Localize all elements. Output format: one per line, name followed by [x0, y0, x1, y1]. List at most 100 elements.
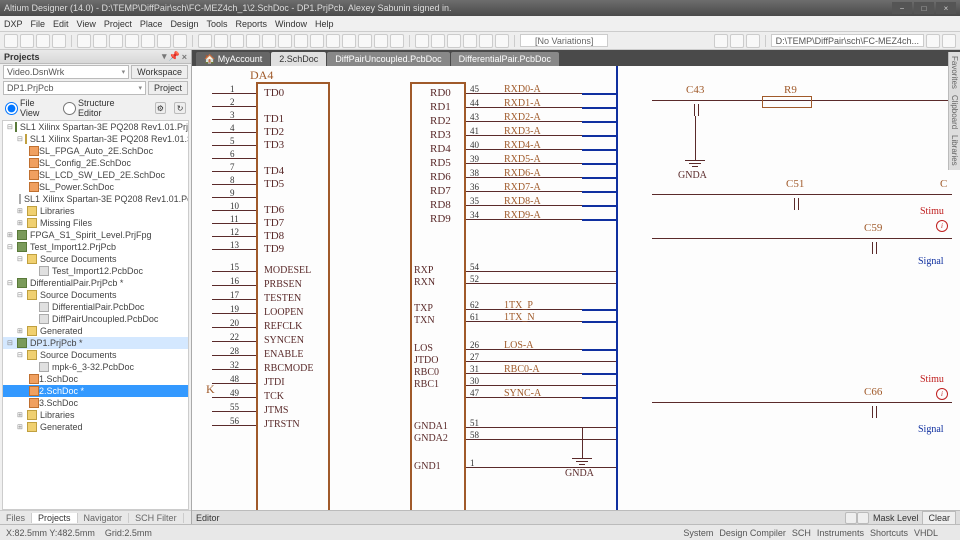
- file-view-radio[interactable]: File View: [5, 98, 55, 118]
- tree-item[interactable]: SL_Power.SchDoc: [3, 181, 188, 193]
- status-link[interactable]: VHDL: [914, 528, 938, 538]
- status-link[interactable]: Design Compiler: [719, 528, 786, 538]
- tree-item[interactable]: SL_Config_2E.SchDoc: [3, 157, 188, 169]
- panel-tab-sch filter[interactable]: SCH Filter: [129, 513, 184, 523]
- menu-dxp[interactable]: DXP: [4, 19, 23, 29]
- tree-item[interactable]: ⊞Missing Files: [3, 217, 188, 229]
- toolbar-button[interactable]: [198, 34, 212, 48]
- minimize-button[interactable]: −: [892, 2, 912, 14]
- toolbar-button[interactable]: [173, 34, 187, 48]
- toolbar-button[interactable]: [246, 34, 260, 48]
- menu-reports[interactable]: Reports: [235, 19, 267, 29]
- schematic-canvas[interactable]: DA4K1TD023TD14TD25TD367TD48TD5910TD611TD…: [192, 66, 960, 510]
- project-button[interactable]: Project: [148, 81, 188, 95]
- tree-item[interactable]: ⊟Source Documents: [3, 289, 188, 301]
- panel-refresh-icon[interactable]: ↻: [174, 102, 186, 114]
- tree-item[interactable]: Test_Import12.PcbDoc: [3, 265, 188, 277]
- tree-item[interactable]: ⊟Test_Import12.PrjPcb: [3, 241, 188, 253]
- menu-project[interactable]: Project: [104, 19, 132, 29]
- toolbar-button[interactable]: [342, 34, 356, 48]
- toolbar-button[interactable]: [20, 34, 34, 48]
- doc-tab[interactable]: DiffPairUncoupled.PcbDoc: [327, 52, 449, 66]
- panel-close-icon[interactable]: ×: [182, 52, 187, 62]
- tree-item[interactable]: ⊞Libraries: [3, 205, 188, 217]
- menu-design[interactable]: Design: [170, 19, 198, 29]
- doc-tab[interactable]: 2.SchDoc: [271, 52, 326, 66]
- tree-item[interactable]: SL_FPGA_Auto_2E.SchDoc: [3, 145, 188, 157]
- project-tree[interactable]: ⊟SL1 Xilinx Spartan-3E PQ208 Rev1.01.Prj…: [2, 120, 189, 510]
- clear-button[interactable]: Clear: [922, 511, 956, 525]
- toolbar-button[interactable]: [294, 34, 308, 48]
- menu-file[interactable]: File: [31, 19, 46, 29]
- tree-item[interactable]: ⊟Source Documents: [3, 349, 188, 361]
- toolbar-button[interactable]: [4, 34, 18, 48]
- toolbar-button[interactable]: [214, 34, 228, 48]
- toolbar-button[interactable]: [278, 34, 292, 48]
- toolbar-button[interactable]: [326, 34, 340, 48]
- doc-tab[interactable]: DifferentialPair.PcbDoc: [451, 52, 559, 66]
- toolbar-button[interactable]: [109, 34, 123, 48]
- menu-tools[interactable]: Tools: [206, 19, 227, 29]
- tree-item[interactable]: ⊞Generated: [3, 421, 188, 433]
- tree-item[interactable]: ⊟DifferentialPair.PrjPcb *: [3, 277, 188, 289]
- tree-item[interactable]: ⊟DP1.PrjPcb *: [3, 337, 188, 349]
- menu-edit[interactable]: Edit: [53, 19, 69, 29]
- toolbar-button[interactable]: [714, 34, 728, 48]
- toolbar-button[interactable]: [390, 34, 404, 48]
- side-tab[interactable]: Clipboard: [950, 95, 959, 129]
- menu-view[interactable]: View: [77, 19, 96, 29]
- tree-item[interactable]: 2.SchDoc *: [3, 385, 188, 397]
- workspace-button[interactable]: Workspace: [131, 65, 188, 79]
- toolbar-button[interactable]: [495, 34, 509, 48]
- status-link[interactable]: Instruments: [817, 528, 864, 538]
- menu-window[interactable]: Window: [275, 19, 307, 29]
- status-link[interactable]: Shortcuts: [870, 528, 908, 538]
- toolbar-button[interactable]: [746, 34, 760, 48]
- right-tabs[interactable]: FavoritesClipboardLibraries: [948, 52, 960, 170]
- toolbar-button[interactable]: [36, 34, 50, 48]
- panel-tab-projects[interactable]: Projects: [32, 513, 78, 523]
- tree-item[interactable]: ⊞Generated: [3, 325, 188, 337]
- panel-tab-files[interactable]: Files: [0, 513, 32, 523]
- side-tab[interactable]: Favorites: [950, 56, 959, 89]
- toolbar-button[interactable]: [77, 34, 91, 48]
- toolbar-button[interactable]: [230, 34, 244, 48]
- toolbar-button[interactable]: [479, 34, 493, 48]
- toolbar-button[interactable]: [310, 34, 324, 48]
- panel-settings-icon[interactable]: ⚙: [155, 102, 167, 114]
- close-button[interactable]: ×: [936, 2, 956, 14]
- tree-item[interactable]: 3.SchDoc: [3, 397, 188, 409]
- project-dropdown[interactable]: DP1.PrjPcb: [3, 81, 146, 95]
- tree-item[interactable]: DiffPairUncoupled.PcbDoc: [3, 313, 188, 325]
- toolbar-button[interactable]: [358, 34, 372, 48]
- toolbar-button[interactable]: [93, 34, 107, 48]
- toolbar-button[interactable]: [52, 34, 66, 48]
- tree-item[interactable]: ⊞Libraries: [3, 409, 188, 421]
- tree-item[interactable]: ⊟Source Documents: [3, 253, 188, 265]
- panel-pin-icon[interactable]: 📌: [169, 51, 180, 62]
- tree-item[interactable]: SL_LCD_SW_LED_2E.SchDoc: [3, 169, 188, 181]
- toolbar-button[interactable]: [942, 34, 956, 48]
- variations-dropdown[interactable]: [No Variations]: [520, 34, 608, 47]
- tree-item[interactable]: ⊟SL1 Xilinx Spartan-3E PQ208 Rev1.01.Prj…: [3, 121, 188, 133]
- panel-tab-navigator[interactable]: Navigator: [78, 513, 130, 523]
- status-link[interactable]: System: [683, 528, 713, 538]
- toolbar-button[interactable]: [141, 34, 155, 48]
- toolbar-button[interactable]: [125, 34, 139, 48]
- status-link[interactable]: SCH: [792, 528, 811, 538]
- toolbar-button[interactable]: [463, 34, 477, 48]
- tree-item[interactable]: mpk-6_3-32.PcbDoc: [3, 361, 188, 373]
- toolbar-button[interactable]: [447, 34, 461, 48]
- tree-item[interactable]: DifferentialPair.PcbDoc: [3, 301, 188, 313]
- toolbar-button[interactable]: [431, 34, 445, 48]
- menu-help[interactable]: Help: [315, 19, 334, 29]
- structure-editor-radio[interactable]: Structure Editor: [63, 98, 139, 118]
- panel-menu-icon[interactable]: ▾: [162, 51, 167, 62]
- doc-tab[interactable]: 🏠 MyAccount: [196, 52, 270, 66]
- toolbar-button[interactable]: [374, 34, 388, 48]
- tree-item[interactable]: 1.SchDoc: [3, 373, 188, 385]
- path-field[interactable]: D:\TEMP\DiffPair\sch\FC-MEZ4ch...: [771, 34, 924, 47]
- toolbar-button[interactable]: [730, 34, 744, 48]
- menu-place[interactable]: Place: [140, 19, 163, 29]
- maximize-button[interactable]: □: [914, 2, 934, 14]
